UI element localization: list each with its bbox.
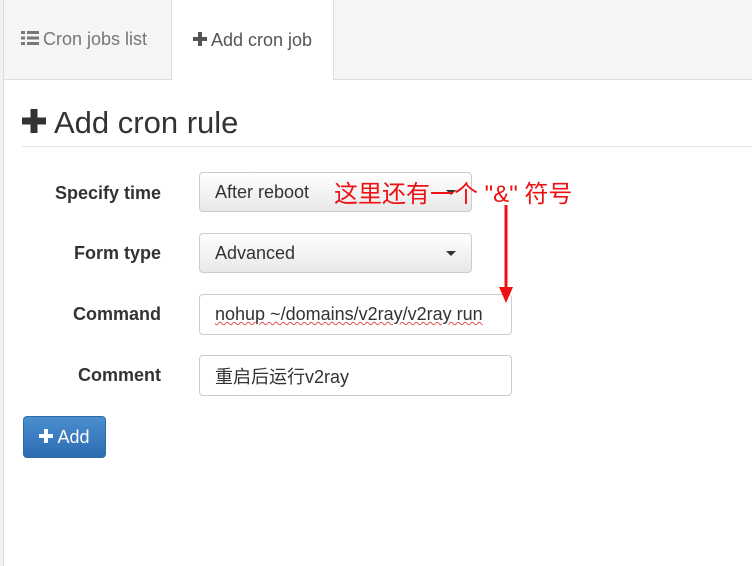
annotation-arrow xyxy=(499,205,513,303)
form-type-label: Form type xyxy=(73,243,161,263)
comment-label: Comment xyxy=(77,365,161,385)
plus-icon xyxy=(22,105,54,141)
tab-add-cron-job[interactable]: Add cron job xyxy=(171,0,334,80)
annotation-text: 这里还有一个 "&" 符号 xyxy=(334,181,573,208)
tab-cron-jobs-list[interactable]: Cron jobs list xyxy=(21,0,147,79)
caret-down-icon xyxy=(446,251,456,256)
add-button[interactable]: Add xyxy=(23,416,106,458)
plus-icon xyxy=(192,30,211,51)
form-type-select[interactable]: Advanced xyxy=(199,233,472,273)
specify-time-value: After reboot xyxy=(215,181,310,202)
comment-input[interactable]: 重启后运行v2ray xyxy=(199,355,512,396)
command-label: Command xyxy=(72,304,161,324)
tab-bar: Cron jobs list Add cron job xyxy=(4,0,752,80)
command-value: nohup ~/domains/v2ray/v2ray run xyxy=(215,304,483,324)
page-title-text: Add cron rule xyxy=(54,105,239,140)
tab-label: Cron jobs list xyxy=(43,29,148,49)
comment-value: 重启后运行v2ray xyxy=(215,366,350,387)
plus-icon xyxy=(39,427,57,448)
add-button-label: Add xyxy=(57,426,90,447)
page-title: Add cron rule xyxy=(22,100,752,147)
specify-time-label: Specify time xyxy=(54,183,161,203)
form-type-value: Advanced xyxy=(215,242,296,263)
command-input[interactable]: nohup ~/domains/v2ray/v2ray run xyxy=(199,294,512,335)
tab-label: Add cron job xyxy=(210,29,313,50)
list-icon xyxy=(21,29,43,50)
left-border xyxy=(0,0,4,566)
